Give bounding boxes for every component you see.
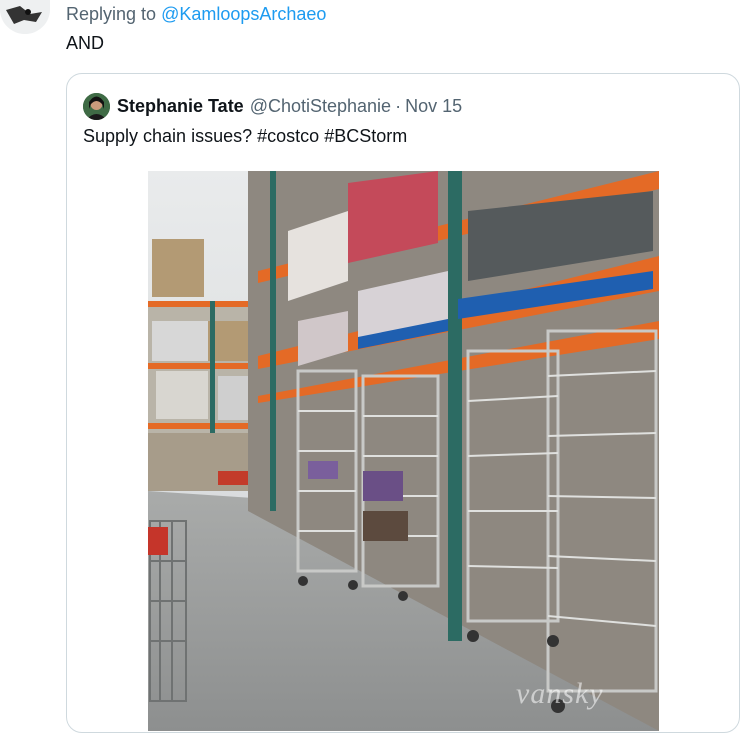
- quoted-author-avatar[interactable]: [83, 92, 110, 120]
- hashtag-bcstorm[interactable]: #BCStorm: [324, 126, 407, 146]
- quoted-author-handle[interactable]: @ChotiStephanie: [250, 96, 391, 117]
- tweet-text: AND: [66, 33, 105, 53]
- separator-dot: ·: [395, 95, 402, 116]
- replier-avatar[interactable]: [0, 0, 50, 34]
- quoted-tweet-text: Supply chain issues? #costco #BCStorm: [83, 126, 407, 147]
- quoted-tweet-date[interactable]: Nov 15: [405, 96, 462, 117]
- warehouse-photo-illustration: [148, 171, 659, 731]
- quoted-tweet-card[interactable]: Stephanie Tate @ChotiStephanie · Nov 15 …: [66, 73, 740, 733]
- photo-watermark: vansky: [516, 677, 604, 710]
- hashtag-costco[interactable]: #costco: [257, 126, 319, 146]
- replying-to-label: Replying to: [66, 4, 157, 24]
- quoted-tweet-photo[interactable]: vansky: [148, 171, 659, 731]
- replying-to-line: Replying to @KamloopsArchaeo: [66, 4, 326, 25]
- quoted-text-prefix: Supply chain issues?: [83, 126, 253, 146]
- mention-link[interactable]: @KamloopsArchaeo: [161, 4, 326, 24]
- quoted-tweet-header: Stephanie Tate @ChotiStephanie · Nov 15: [83, 92, 462, 120]
- quoted-author-name[interactable]: Stephanie Tate: [117, 96, 244, 117]
